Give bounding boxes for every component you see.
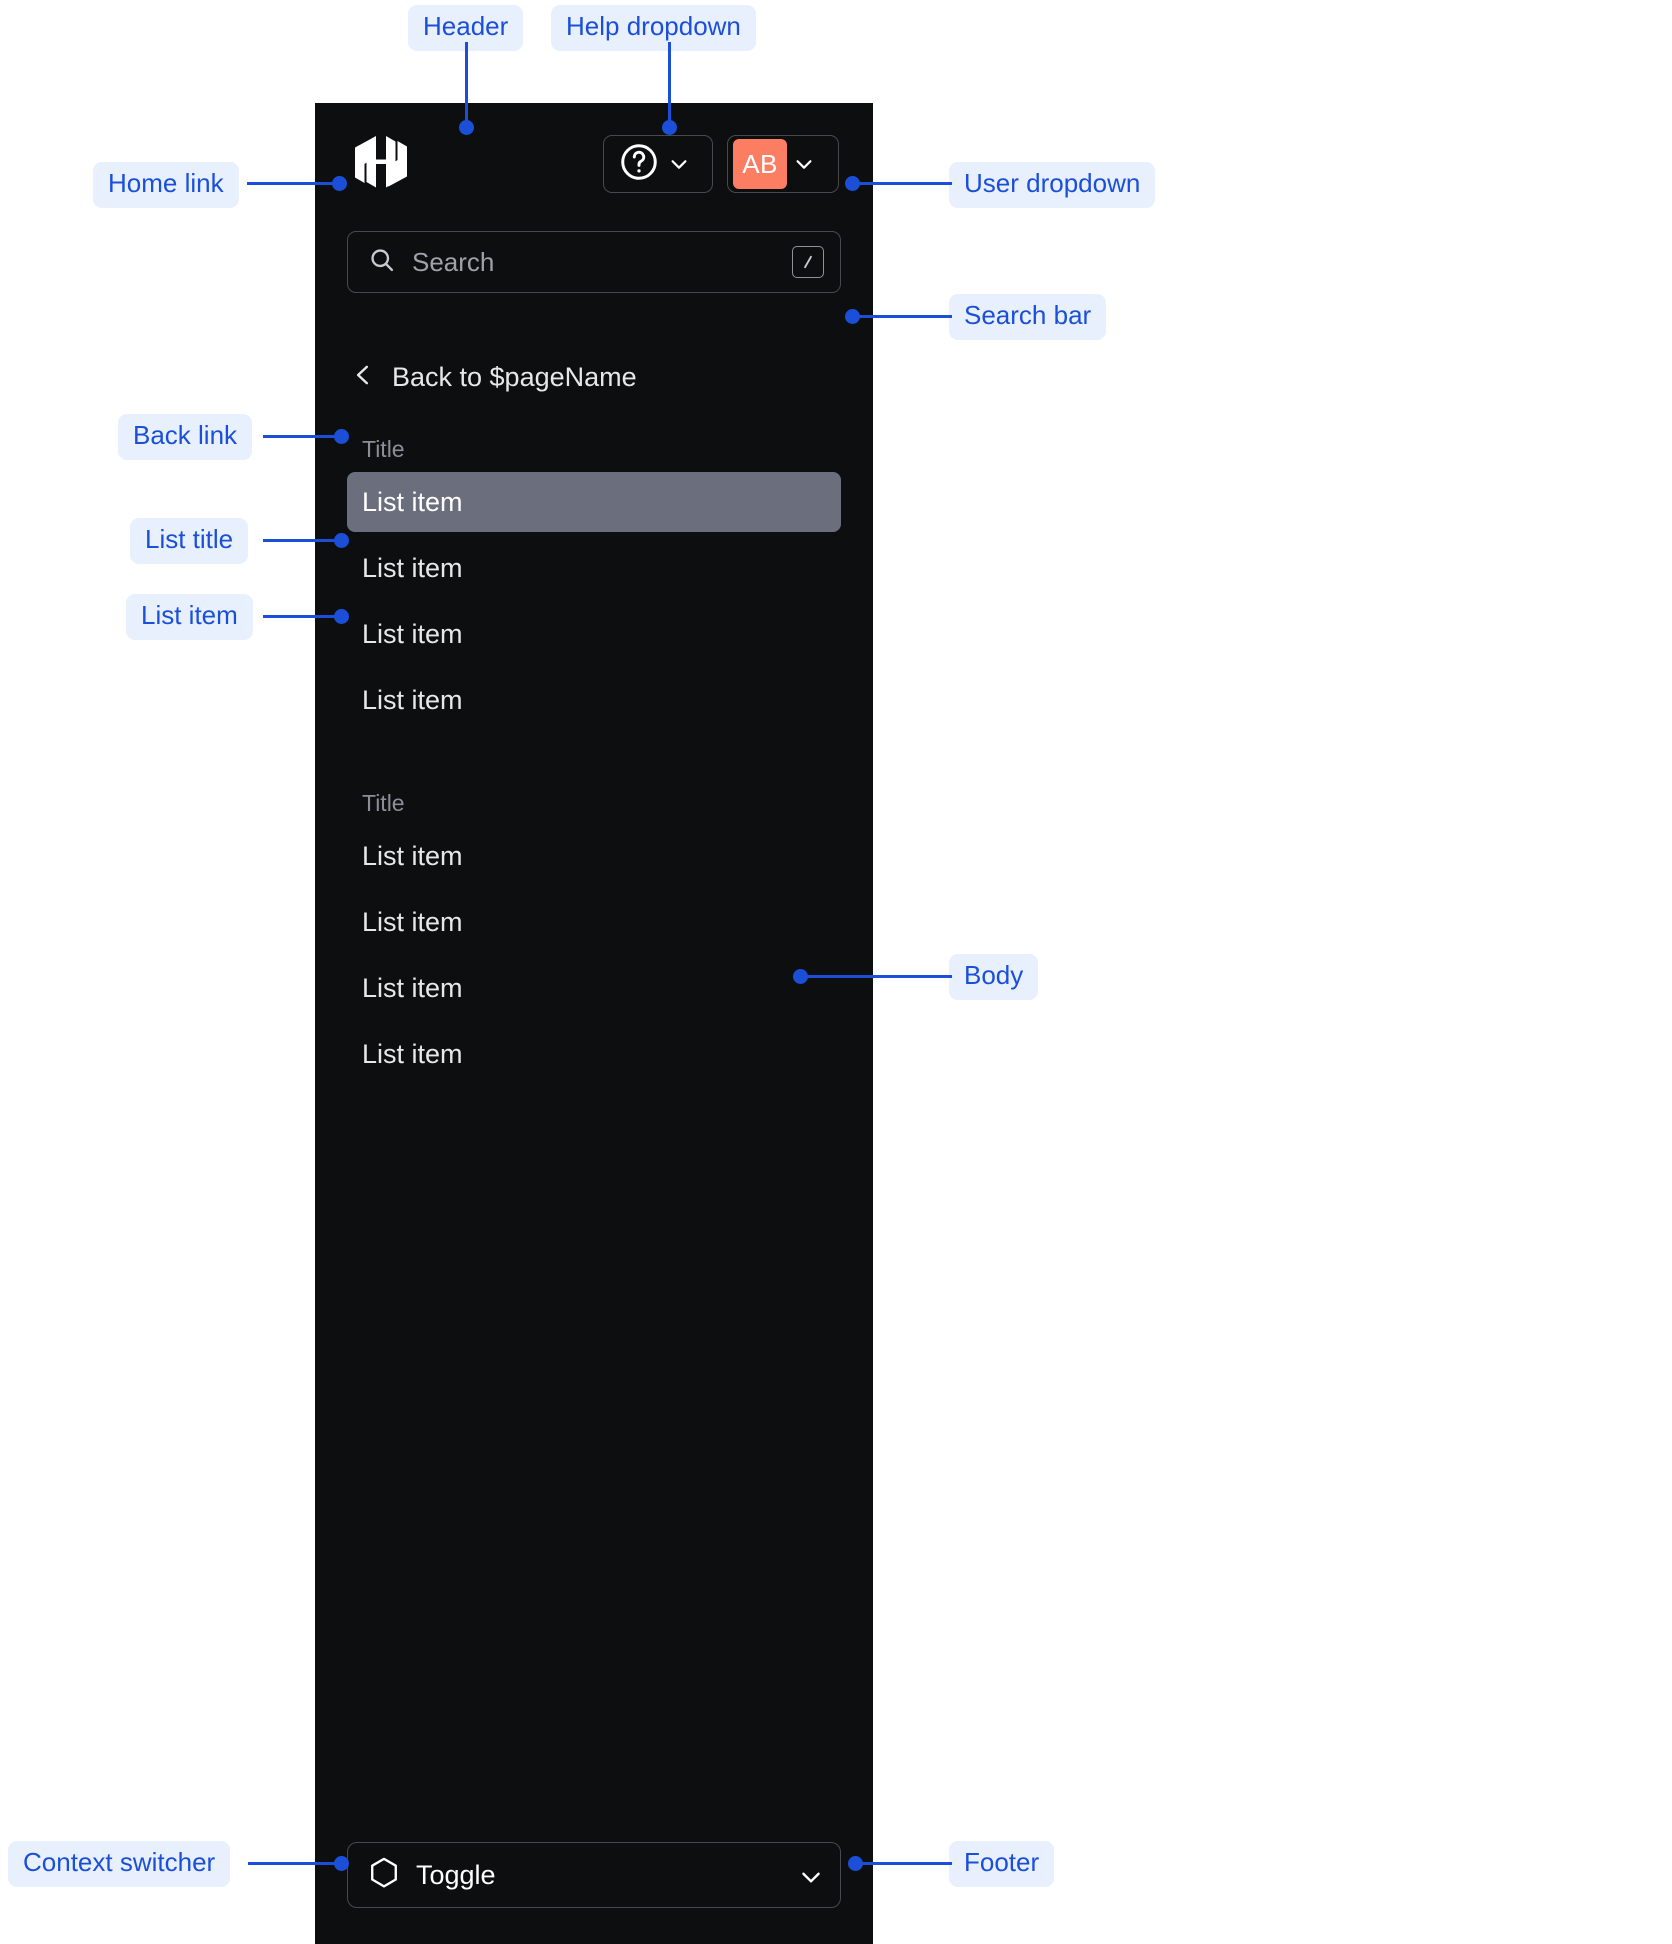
back-link[interactable]: Back to $pageName xyxy=(347,350,841,404)
annotation-help-dropdown: Help dropdown xyxy=(551,5,756,51)
user-dropdown[interactable]: AB xyxy=(727,135,839,193)
leader-line-user-dropdown xyxy=(852,182,952,185)
leader-line-back-link xyxy=(263,435,341,438)
avatar: AB xyxy=(733,139,787,189)
leader-line-body xyxy=(800,975,952,978)
help-circle-icon xyxy=(618,141,660,188)
search-input[interactable]: Search xyxy=(347,231,841,293)
leader-dot-context-switcher xyxy=(334,1856,349,1871)
list-item[interactable]: List item xyxy=(347,604,841,664)
nav-group: Title List item List item List item List… xyxy=(347,786,841,1084)
leader-line-context-switcher xyxy=(248,1862,341,1865)
search-icon xyxy=(368,246,396,279)
leader-line-search-bar xyxy=(852,315,952,318)
context-switcher[interactable]: Toggle xyxy=(347,1842,841,1908)
annotation-list-item: List item xyxy=(126,594,253,640)
search-shortcut-badge xyxy=(792,246,824,278)
sidebar-panel: AB Search Back to $pageName Title List i… xyxy=(315,103,873,1944)
list-item[interactable]: List item xyxy=(347,670,841,730)
leader-line-help-dropdown xyxy=(668,42,671,126)
leader-line-home-link xyxy=(247,182,340,185)
sidebar-body: Back to $pageName Title List item List i… xyxy=(315,293,873,1842)
sidebar-header: AB xyxy=(315,103,873,225)
home-link[interactable] xyxy=(350,133,412,195)
list-item[interactable]: List item xyxy=(347,826,841,886)
list-item[interactable]: List item xyxy=(347,472,841,532)
leader-dot-home-link xyxy=(332,176,347,191)
annotation-home-link: Home link xyxy=(93,162,239,208)
leader-line-list-item xyxy=(263,615,341,618)
sidebar-footer: Toggle xyxy=(315,1842,873,1944)
header-actions: AB xyxy=(603,135,839,193)
search-bar-container: Search xyxy=(315,231,873,293)
annotation-back-link: Back link xyxy=(118,414,253,460)
leader-dot-back-link xyxy=(334,429,349,444)
chevron-down-icon xyxy=(798,1864,820,1886)
annotation-footer: Footer xyxy=(949,1841,1055,1887)
context-switcher-label: Toggle xyxy=(416,1859,496,1890)
hashicorp-logo-icon xyxy=(351,131,411,198)
leader-line-header xyxy=(465,42,468,126)
list-item[interactable]: List item xyxy=(347,538,841,598)
leader-dot-list-item xyxy=(334,609,349,624)
leader-dot-header xyxy=(459,120,474,135)
annotation-search-bar: Search bar xyxy=(949,294,1107,340)
list-item[interactable]: List item xyxy=(347,892,841,952)
leader-line-footer xyxy=(855,1862,952,1865)
hexagon-icon xyxy=(368,1856,400,1895)
leader-dot-body xyxy=(793,969,808,984)
list-title: Title xyxy=(362,789,405,816)
annotation-user-dropdown: User dropdown xyxy=(949,162,1156,208)
annotation-list-title: List title xyxy=(130,518,249,564)
help-dropdown[interactable] xyxy=(603,135,713,193)
leader-dot-footer xyxy=(848,1856,863,1871)
list-item[interactable]: List item xyxy=(347,958,841,1018)
leader-dot-help-dropdown xyxy=(662,120,677,135)
leader-dot-user-dropdown xyxy=(845,176,860,191)
leader-dot-list-title xyxy=(334,533,349,548)
annotation-context-switcher: Context switcher xyxy=(8,1841,231,1887)
list-title: Title xyxy=(362,435,405,462)
nav-group: Title List item List item List item List… xyxy=(347,432,841,730)
leader-line-list-title xyxy=(263,539,341,542)
back-link-label: Back to $pageName xyxy=(392,361,637,392)
annotation-body: Body xyxy=(949,954,1039,1000)
chevron-down-icon xyxy=(793,153,815,175)
list-item[interactable]: List item xyxy=(347,1024,841,1084)
leader-dot-search-bar xyxy=(845,309,860,324)
search-placeholder: Search xyxy=(412,246,495,277)
chevron-down-icon xyxy=(668,153,690,175)
chevron-left-icon xyxy=(350,360,376,395)
